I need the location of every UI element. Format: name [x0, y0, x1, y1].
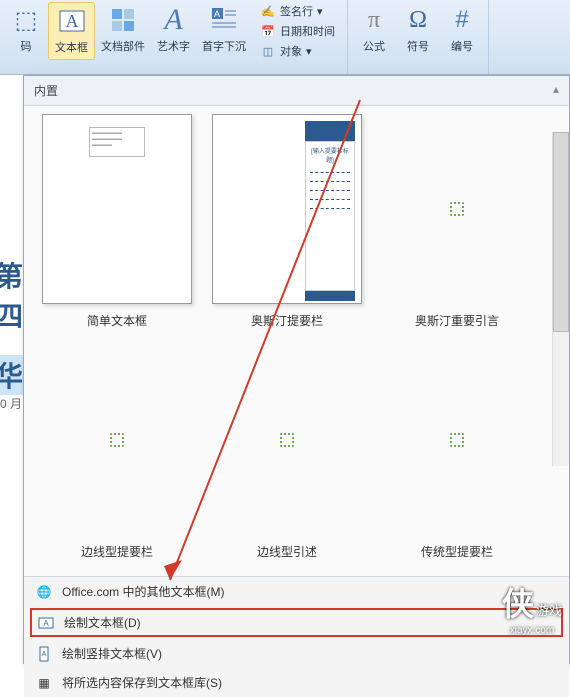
- dropdown-header: 内置 ▴: [24, 76, 569, 106]
- scroll-up-icon[interactable]: ▴: [553, 82, 559, 99]
- gallery-item-austin-sidebar[interactable]: [输入提要栏标题] 奥斯汀提要栏: [202, 114, 372, 333]
- loading-icon: [450, 202, 464, 216]
- menu-save-to-gallery[interactable]: ▦ 将所选内容保存到文本框库(S): [24, 668, 569, 697]
- textbox-icon: A: [56, 5, 88, 37]
- menu-draw-textbox[interactable]: A 绘制文本框(D): [30, 608, 563, 637]
- docparts-button[interactable]: 文档部件: [95, 2, 151, 60]
- globe-icon: 🌐: [36, 584, 52, 600]
- docparts-icon: [107, 4, 139, 36]
- svg-text:A: A: [214, 9, 220, 19]
- gallery: ▬▬▬▬▬▬▬▬▬▬▬▬▬▬▬▬ 简单文本框 [输入提要栏标题] 奥斯汀提要栏 …: [24, 106, 569, 576]
- loading-icon: [110, 433, 124, 447]
- loading-icon: [280, 433, 294, 447]
- vertical-textbox-icon: A: [36, 646, 52, 662]
- pi-icon: π: [358, 4, 390, 36]
- gallery-item-simple[interactable]: ▬▬▬▬▬▬▬▬▬▬▬▬▬▬▬▬ 简单文本框: [32, 114, 202, 333]
- watermark: 侠游戏 xiayx.com: [502, 579, 562, 636]
- datetime-button[interactable]: 📅日期和时间: [256, 22, 339, 40]
- formula-button[interactable]: π公式: [352, 2, 396, 56]
- dropcap-icon: A: [208, 4, 240, 36]
- textbox-small-icon: A: [38, 615, 54, 631]
- symbol-button[interactable]: Ω符号: [396, 2, 440, 56]
- svg-text:A: A: [65, 11, 78, 31]
- gallery-scrollbar[interactable]: [552, 132, 569, 466]
- signature-icon: ✍: [260, 3, 276, 19]
- svg-text:A: A: [43, 619, 49, 628]
- toolbar-btn[interactable]: ⬚码: [4, 2, 48, 60]
- save-icon: ▦: [36, 675, 52, 691]
- menu-office-more[interactable]: 🌐 Office.com 中的其他文本框(M): [24, 577, 569, 606]
- number-button[interactable]: #编号: [440, 2, 484, 56]
- loading-icon: [450, 433, 464, 447]
- wordart-button[interactable]: A艺术字: [151, 2, 196, 60]
- hash-icon: #: [446, 4, 478, 36]
- gallery-item-border-sidebar[interactable]: 边线型提要栏: [32, 345, 202, 564]
- dropcap-button[interactable]: A首字下沉: [196, 2, 252, 60]
- gallery-item-traditional[interactable]: 传统型提要栏: [372, 345, 542, 564]
- menu-list: 🌐 Office.com 中的其他文本框(M) A 绘制文本框(D) A 绘制竖…: [24, 576, 569, 697]
- ribbon: ⬚码 A 文本框 文档部件 A艺术字 A首字下沉 ✍签名行 ▾ 📅日期和时间 ◫…: [0, 0, 570, 75]
- gallery-item-border-quote[interactable]: 边线型引述: [202, 345, 372, 564]
- signline-button[interactable]: ✍签名行 ▾: [256, 2, 339, 20]
- object-icon: ◫: [260, 43, 276, 59]
- wordart-icon: A: [158, 4, 190, 36]
- omega-icon: Ω: [402, 4, 434, 36]
- textbox-button[interactable]: A 文本框: [48, 2, 95, 60]
- textbox-dropdown: 内置 ▴ ▬▬▬▬▬▬▬▬▬▬▬▬▬▬▬▬ 简单文本框 [输入提要栏标题] 奥斯…: [23, 75, 570, 664]
- calendar-icon: 📅: [260, 23, 276, 39]
- gallery-item-austin-quote[interactable]: 奥斯汀重要引言: [372, 114, 542, 333]
- svg-text:A: A: [42, 651, 47, 658]
- object-button[interactable]: ◫对象 ▾: [256, 42, 339, 60]
